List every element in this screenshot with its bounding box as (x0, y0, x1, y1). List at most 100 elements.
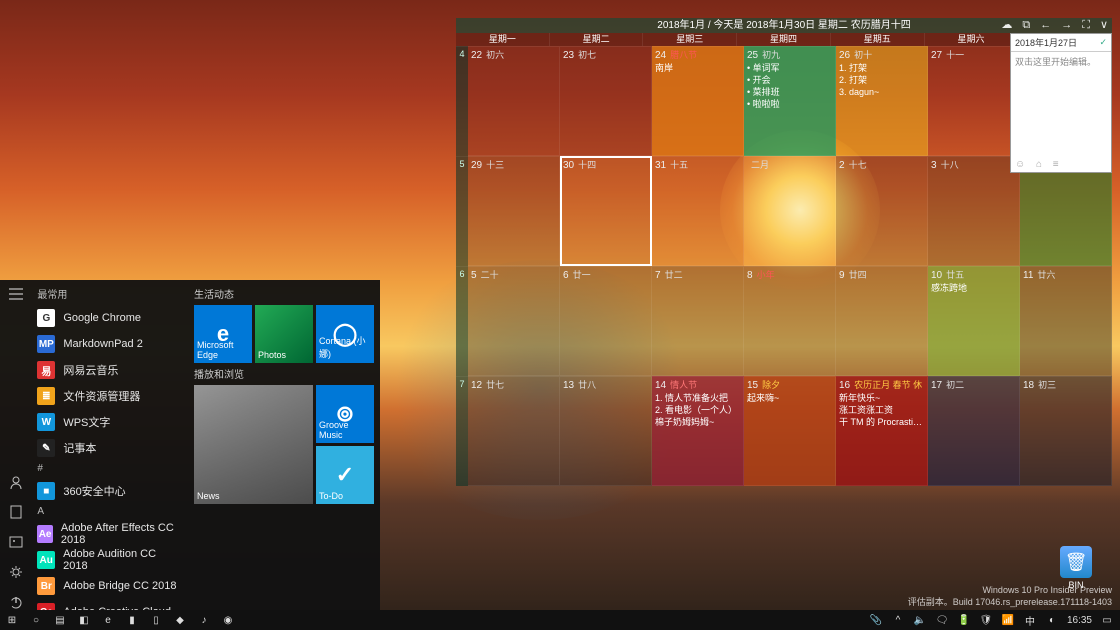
day-number: 25 (747, 50, 758, 61)
calendar-event: 起来嗨~ (747, 392, 832, 404)
calendar-cell[interactable]: 6廿一 (560, 266, 652, 376)
calendar-cell[interactable]: 8小年 (744, 266, 836, 376)
pictures-icon[interactable] (8, 534, 24, 550)
tile-group-1-header[interactable]: 生活动态 (194, 286, 374, 301)
taskbar-pin[interactable]: ○ (24, 610, 48, 630)
tray-icon[interactable]: 📎 (869, 615, 883, 626)
calendar-cell[interactable]: 29十三 (468, 156, 560, 266)
calendar-cell[interactable]: 31十五 (652, 156, 744, 266)
power-icon[interactable] (8, 594, 24, 610)
calendar-header[interactable]: 2018年1月 / 今天是 2018年1月30日 星期二 农历腊月十四 ☁ ⧉ … (456, 18, 1112, 33)
action-center-icon[interactable]: ▭ (1100, 615, 1114, 626)
desktop-icon-bin[interactable]: 🗑 BIN (1056, 546, 1096, 590)
tray-icon[interactable]: 🛡 (979, 615, 993, 626)
calendar-cell[interactable]: 7廿二 (652, 266, 744, 376)
calendar-cell[interactable]: 18初三 (1020, 376, 1112, 486)
calendar-cell[interactable]: 24腊八节南岸 (652, 46, 744, 156)
calendar-cell[interactable]: 27十一 (928, 46, 1020, 156)
start-app-item[interactable]: AeAdobe After Effects CC 2018 (31, 521, 188, 547)
calendar-cell[interactable]: 2十七 (836, 156, 928, 266)
calendar-cell[interactable]: 16农历正月 春节 休新年快乐~涨工资涨工资干 TM 的 Procrastina… (836, 376, 928, 486)
taskbar-pin[interactable]: ▯ (144, 610, 168, 630)
taskbar-pin[interactable]: ▤ (48, 610, 72, 630)
lunar-label: 十三 (486, 160, 504, 170)
tile-news[interactable]: News (194, 385, 313, 504)
calendar-cell[interactable]: 5二十 (468, 266, 560, 376)
calendar-event: 新年快乐~ (839, 392, 924, 404)
calendar-cell[interactable]: 17初二 (928, 376, 1020, 486)
documents-icon[interactable] (8, 504, 24, 520)
start-button[interactable]: ⊞ (0, 610, 24, 630)
tray-icon[interactable]: ^ (891, 615, 905, 626)
calendar-cell[interactable]: 15除夕起来嗨~ (744, 376, 836, 486)
chevron-down-icon[interactable]: ∨ (1100, 18, 1108, 33)
start-app-item[interactable]: ■360安全中心 (31, 478, 188, 504)
calendar-cell[interactable]: 22初六 (468, 46, 560, 156)
taskbar-pin[interactable]: e (96, 610, 120, 630)
tile-photos[interactable]: Photos (255, 305, 313, 363)
hash-header[interactable]: # (31, 461, 188, 478)
calendar-cell[interactable]: 3十八 (928, 156, 1020, 266)
tray-icon[interactable]: 📶 (1001, 615, 1015, 626)
app-icon: W (37, 413, 55, 431)
tray-icon[interactable]: 🗨 (935, 615, 949, 626)
start-app-item[interactable]: ≣文件资源管理器 (31, 383, 188, 409)
note-confirm-icon[interactable]: ✓ (1099, 37, 1107, 48)
tile-cortana[interactable]: ◯Cortana (小娜) (316, 305, 374, 363)
calendar-note-popup[interactable]: 2018年1月27日 ✓ 双击这里开始编辑。 ☺ ⌂ ≡ (1010, 33, 1112, 173)
copy-icon[interactable]: ⧉ (1022, 18, 1030, 33)
tray-icon[interactable]: 中 (1023, 613, 1037, 628)
next-icon[interactable]: → (1061, 18, 1072, 33)
day-number: 26 (839, 50, 850, 61)
tile-group-2-header[interactable]: 播放和浏览 (194, 366, 374, 381)
note-footer-icons[interactable]: ☺ ⌂ ≡ (1015, 159, 1063, 170)
calendar-cell[interactable]: 13廿八 (560, 376, 652, 486)
start-app-item[interactable]: 易网易云音乐 (31, 357, 188, 383)
start-app-item[interactable]: AuAdobe Audition CC 2018 (31, 547, 188, 573)
start-app-item[interactable]: CcAdobe Creative Cloud (31, 599, 188, 610)
calendar-dow: 星期一 (456, 33, 550, 46)
start-app-item[interactable]: WWPS文字 (31, 409, 188, 435)
start-app-item[interactable]: GGoogle Chrome (31, 305, 188, 331)
note-body[interactable]: 双击这里开始编辑。 (1011, 52, 1111, 71)
calendar-cell[interactable]: 25初九• 单词军• 开会• 菜排班• 啦啦啦 (744, 46, 836, 156)
start-app-item[interactable]: BrAdobe Bridge CC 2018 (31, 573, 188, 599)
tray-icon[interactable]: 🔋 (957, 615, 971, 626)
calendar-cell[interactable]: 30十四 (560, 156, 652, 266)
day-number: 17 (931, 380, 942, 391)
expand-icon[interactable]: ⛶ (1082, 18, 1090, 33)
calendar-cell[interactable]: 12廿七 (468, 376, 560, 486)
tile-groove[interactable]: ⊚Groove Music (316, 385, 374, 443)
tray-icon[interactable]: ◐ (1045, 615, 1059, 626)
taskbar-pin[interactable]: ◧ (72, 610, 96, 630)
taskbar-pin[interactable]: ◆ (168, 610, 192, 630)
start-app-item[interactable]: ✎记事本 (31, 435, 188, 461)
tile-todo[interactable]: ✓To-Do (316, 446, 374, 504)
taskbar-clock[interactable]: 16:35 (1067, 615, 1092, 626)
hamburger-icon[interactable] (8, 286, 24, 302)
start-tiles: 生活动态 eMicrosoft Edge Photos ◯Cortana (小娜… (188, 280, 380, 610)
calendar-cell[interactable]: 14情人节1. 情人节准备火把2. 看电影（一个人）棉子奶姆妈姆~ (652, 376, 744, 486)
calendar-cell[interactable]: 10廿五感冻跨地 (928, 266, 1020, 376)
calendar-cell[interactable]: 11廿六 (1020, 266, 1112, 376)
taskbar-pin[interactable]: ◉ (216, 610, 240, 630)
taskbar-pin[interactable]: ♪ (192, 610, 216, 630)
tray-icon[interactable]: 🔈 (913, 615, 927, 626)
day-number: 24 (655, 50, 666, 61)
calendar-cell[interactable]: 9廿四 (836, 266, 928, 376)
calendar-cell[interactable]: 26初十1. 打架2. 打架3. dagun~ (836, 46, 928, 156)
day-number: 10 (931, 270, 942, 281)
lunar-label: 廿一 (573, 270, 591, 280)
calendar-cell[interactable]: 23初七 (560, 46, 652, 156)
letter-a-header[interactable]: A (31, 504, 188, 521)
lunar-label: 腊八节 (670, 50, 697, 60)
lunar-label: 十四 (578, 160, 596, 170)
user-icon[interactable] (8, 474, 24, 490)
tile-edge[interactable]: eMicrosoft Edge (194, 305, 252, 363)
start-app-item[interactable]: MPMarkdownPad 2 (31, 331, 188, 357)
settings-icon[interactable] (8, 564, 24, 580)
calendar-cell[interactable]: 二月 (744, 156, 836, 266)
cloud-icon[interactable]: ☁ (1001, 18, 1012, 33)
taskbar-pin[interactable]: ▮ (120, 610, 144, 630)
prev-icon[interactable]: ← (1040, 18, 1051, 33)
